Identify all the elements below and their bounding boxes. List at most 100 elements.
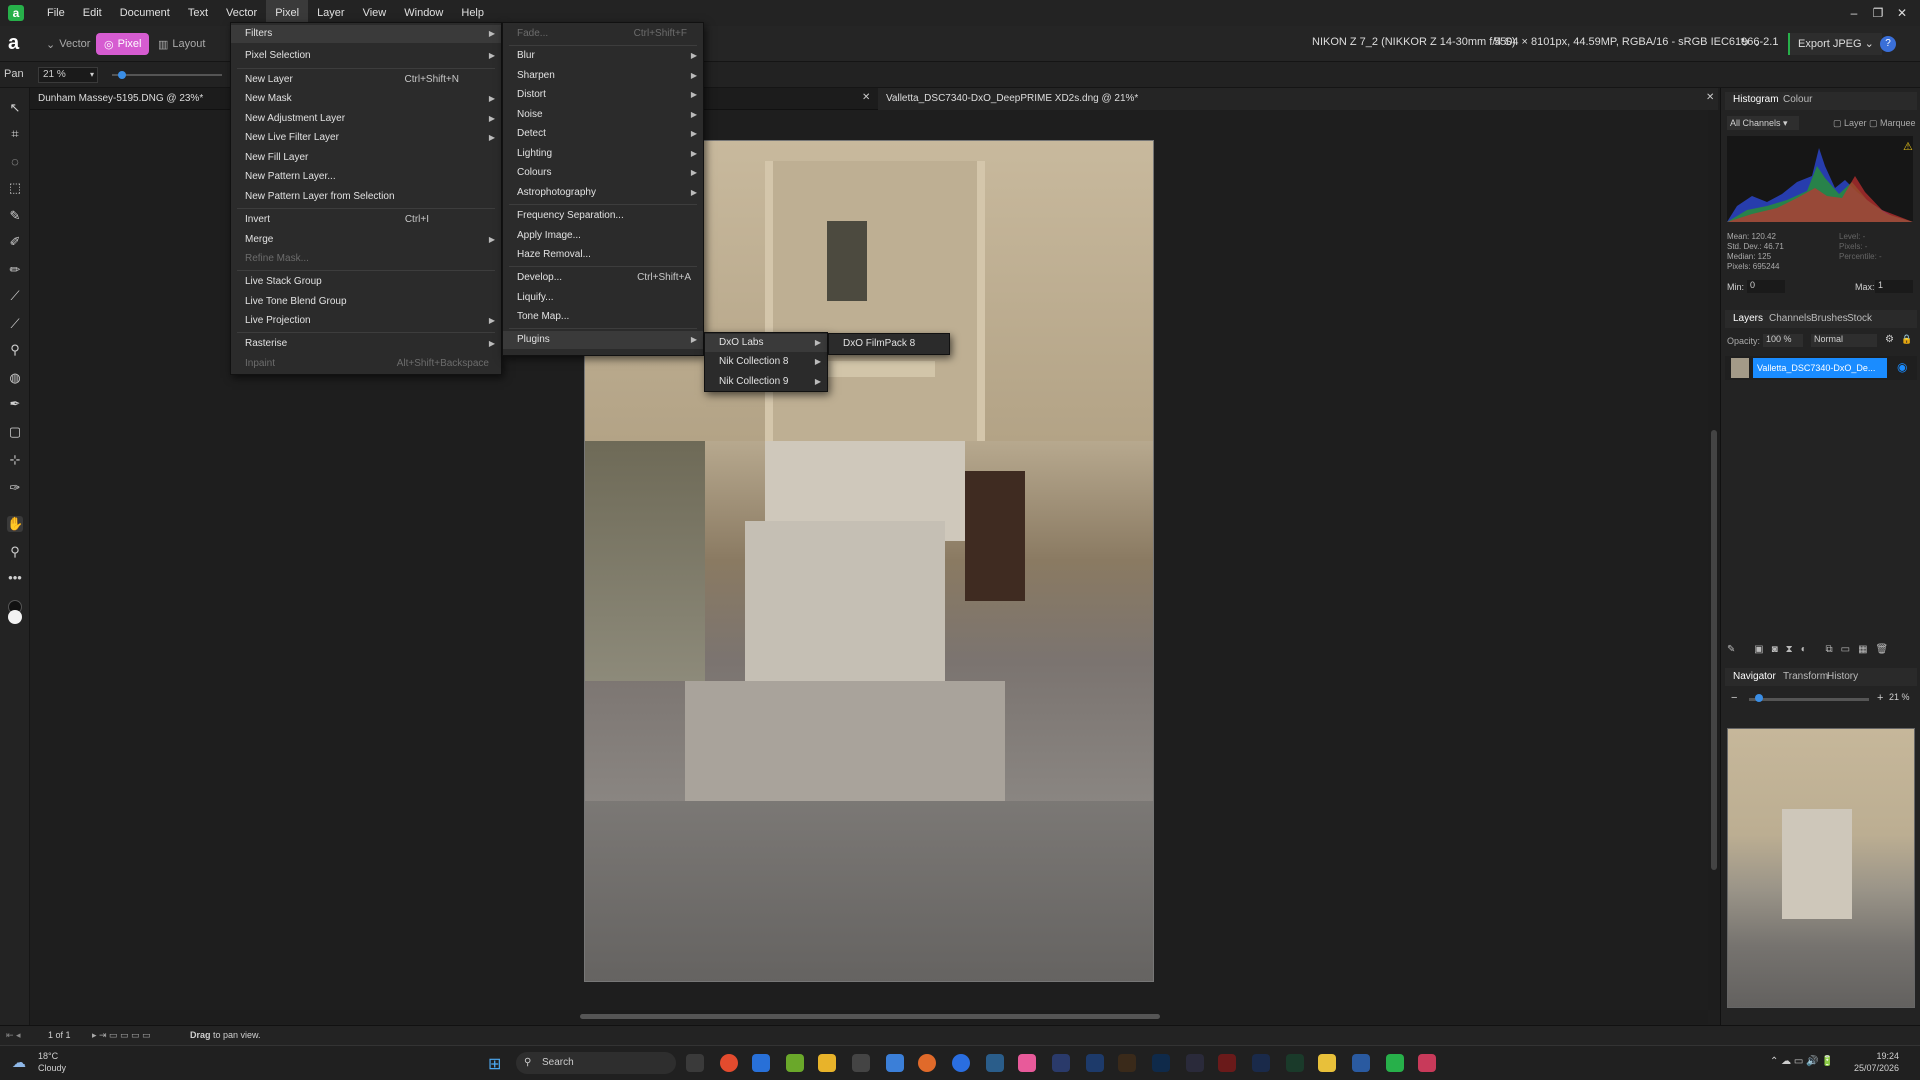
erase-brush-icon[interactable]: ✏ [7, 262, 23, 278]
opacity-field[interactable]: 100 % [1763, 334, 1803, 347]
menu-item-filters[interactable]: Filters ▶ [231, 25, 501, 43]
menu-item-distort[interactable]: Distort ▶ [503, 86, 703, 104]
vertical-scrollbar[interactable] [1708, 110, 1720, 1010]
page-nav-icons[interactable]: ▸ ⇥ ▭ ▭ ▭ ▭ [92, 1030, 151, 1041]
menu-item-nik-collection-9[interactable]: Nik Collection 9 ▶ [705, 373, 827, 391]
blemish-tool-icon[interactable]: ◍ [7, 370, 23, 386]
zoom-field[interactable]: 21 % ▾ [38, 67, 98, 83]
help-icon[interactable]: ? [1880, 36, 1896, 52]
app-icon[interactable] [886, 1054, 904, 1072]
menu-item-invert[interactable]: Invert Ctrl+I [231, 211, 501, 229]
navigator-zoom-value[interactable]: 21 % [1889, 692, 1910, 702]
menu-item-sharpen[interactable]: Sharpen ▶ [503, 67, 703, 85]
tab-histogram[interactable]: Histogram [1733, 94, 1779, 105]
layer-name[interactable]: Valletta_DSC7340-DxO_De... [1753, 358, 1887, 378]
primary-color-swatch[interactable] [8, 610, 22, 624]
menu-item-noise[interactable]: Noise ▶ [503, 106, 703, 124]
tab-transform[interactable]: Transform [1783, 671, 1828, 682]
marquee-checkbox[interactable]: ▢ Marquee [1869, 118, 1916, 129]
menu-item-live-tone-blend-group[interactable]: Live Tone Blend Group [231, 293, 501, 311]
clone-tool-icon[interactable]: ⚲ [7, 342, 23, 358]
close-icon[interactable]: ✕ [1890, 6, 1914, 20]
bridge-icon[interactable] [1118, 1054, 1136, 1072]
app-icon[interactable] [1318, 1054, 1336, 1072]
move-tool-icon[interactable]: ↖ [7, 100, 23, 116]
fill-tool-icon[interactable]: ⟋ [7, 288, 23, 304]
system-tray-icons[interactable]: ⌃ ☁ ▭ 🔊 🔋 [1770, 1056, 1834, 1067]
menu-item-plugins[interactable]: Plugins ▶ [503, 331, 703, 349]
menu-item-rasterise[interactable]: Rasterise ▶ [231, 335, 501, 353]
windows-start-icon[interactable]: ⊞ [488, 1054, 501, 1074]
share-icon[interactable]: ↻ ⌄ [1740, 36, 1762, 49]
menu-item-new-pattern-layer-from-selection[interactable]: New Pattern Layer from Selection [231, 188, 501, 206]
menu-item-new-live-filter-layer[interactable]: New Live Filter Layer ▶ [231, 129, 501, 147]
menu-item-nik-collection-8[interactable]: Nik Collection 8 ▶ [705, 353, 827, 371]
restore-icon[interactable]: ❐ [1866, 6, 1890, 20]
zoom-slider-handle[interactable] [118, 71, 126, 79]
navigator-preview[interactable] [1727, 728, 1915, 1008]
selection-brush-icon[interactable]: ◌ [7, 154, 23, 170]
menu-text[interactable]: Text [179, 0, 217, 26]
menu-item-liquify[interactable]: Liquify... [503, 289, 703, 307]
photoshop-icon[interactable] [1152, 1054, 1170, 1072]
weather-widget[interactable]: 18°C Cloudy [38, 1050, 66, 1074]
layer-actions-bar[interactable]: ✎ ▣◙⧗◐ ⧉▭▦🗑 [1727, 644, 1915, 660]
menu-item-astrophotography[interactable]: Astrophotography ▶ [503, 184, 703, 202]
menu-item-develop[interactable]: Develop... Ctrl+Shift+A [503, 269, 703, 287]
app-icon[interactable] [952, 1054, 970, 1072]
app-icon[interactable] [1218, 1054, 1236, 1072]
menu-file[interactable]: File [38, 0, 74, 26]
tab-navigator[interactable]: Navigator [1733, 671, 1776, 682]
tab-brushes[interactable]: Brushes [1811, 313, 1848, 324]
menu-item-merge[interactable]: Merge ▶ [231, 231, 501, 249]
zoom-out-icon[interactable]: − [1731, 692, 1737, 704]
dodge-tool-icon[interactable]: ⟋ [7, 316, 23, 332]
persona-vector-button[interactable]: ⌄ Vector [38, 33, 98, 55]
menu-item-pixel-selection[interactable]: Pixel Selection ▶ [231, 47, 501, 65]
lightroom-icon[interactable] [1086, 1054, 1104, 1072]
nvidia-icon[interactable] [786, 1054, 804, 1072]
tab-colour[interactable]: Colour [1783, 94, 1812, 105]
menu-item-dxo-labs[interactable]: DxO Labs ▶ [705, 334, 827, 352]
menu-edit[interactable]: Edit [74, 0, 111, 26]
export-jpeg-button[interactable]: Export JPEG ⌄ [1788, 33, 1882, 55]
search-box[interactable]: ⚲ Search [516, 1052, 676, 1074]
hand-tool-icon[interactable]: ✋ [7, 516, 23, 532]
file-explorer-icon[interactable] [818, 1054, 836, 1072]
menu-item-tone-map[interactable]: Tone Map... [503, 308, 703, 326]
snipping-tool-icon[interactable] [1418, 1054, 1436, 1072]
menu-item-new-pattern-layer[interactable]: New Pattern Layer... [231, 168, 501, 186]
tab-channels[interactable]: Channels [1769, 313, 1811, 324]
tab-history[interactable]: History [1827, 671, 1858, 682]
paint-brush-icon[interactable]: ✐ [7, 234, 23, 250]
first-page-icon[interactable]: ⇤ ◂ [6, 1030, 21, 1041]
persona-pixel-button[interactable]: ◎ Pixel [96, 33, 150, 55]
min-input[interactable]: 0 [1747, 280, 1785, 293]
app-icon[interactable] [1286, 1054, 1304, 1072]
menu-item-frequency-separation[interactable]: Frequency Separation... [503, 207, 703, 225]
lightroom-classic-icon[interactable] [1052, 1054, 1070, 1072]
menu-item-apply-image[interactable]: Apply Image... [503, 227, 703, 245]
menu-item-detect[interactable]: Detect ▶ [503, 125, 703, 143]
menu-item-new-adjustment-layer[interactable]: New Adjustment Layer ▶ [231, 110, 501, 128]
store-icon[interactable] [752, 1054, 770, 1072]
menu-item-live-projection[interactable]: Live Projection ▶ [231, 312, 501, 330]
app-icon[interactable] [1352, 1054, 1370, 1072]
tab-stock[interactable]: Stock [1847, 313, 1872, 324]
blend-mode-select[interactable]: Normal [1811, 334, 1877, 347]
eye-icon[interactable]: ◉ [1897, 360, 1907, 374]
app-icon[interactable] [1186, 1054, 1204, 1072]
app-icon[interactable] [1018, 1054, 1036, 1072]
zoom-in-icon[interactable]: + [1877, 692, 1883, 704]
shape-tool-icon[interactable]: ▢ [7, 424, 23, 440]
menu-item-colours[interactable]: Colours ▶ [503, 164, 703, 182]
horizontal-scroll-thumb[interactable] [580, 1014, 1160, 1019]
menu-item-new-layer[interactable]: New Layer Ctrl+Shift+N [231, 71, 501, 89]
chrome-icon[interactable] [720, 1054, 738, 1072]
task-view-icon[interactable] [686, 1054, 704, 1072]
navigator-zoom-handle[interactable] [1755, 694, 1763, 702]
zoom-slider[interactable] [112, 74, 222, 76]
tab-layers[interactable]: Layers [1733, 313, 1763, 324]
persona-layout-button[interactable]: ▥ Layout [150, 33, 213, 55]
app-icon[interactable] [1252, 1054, 1270, 1072]
